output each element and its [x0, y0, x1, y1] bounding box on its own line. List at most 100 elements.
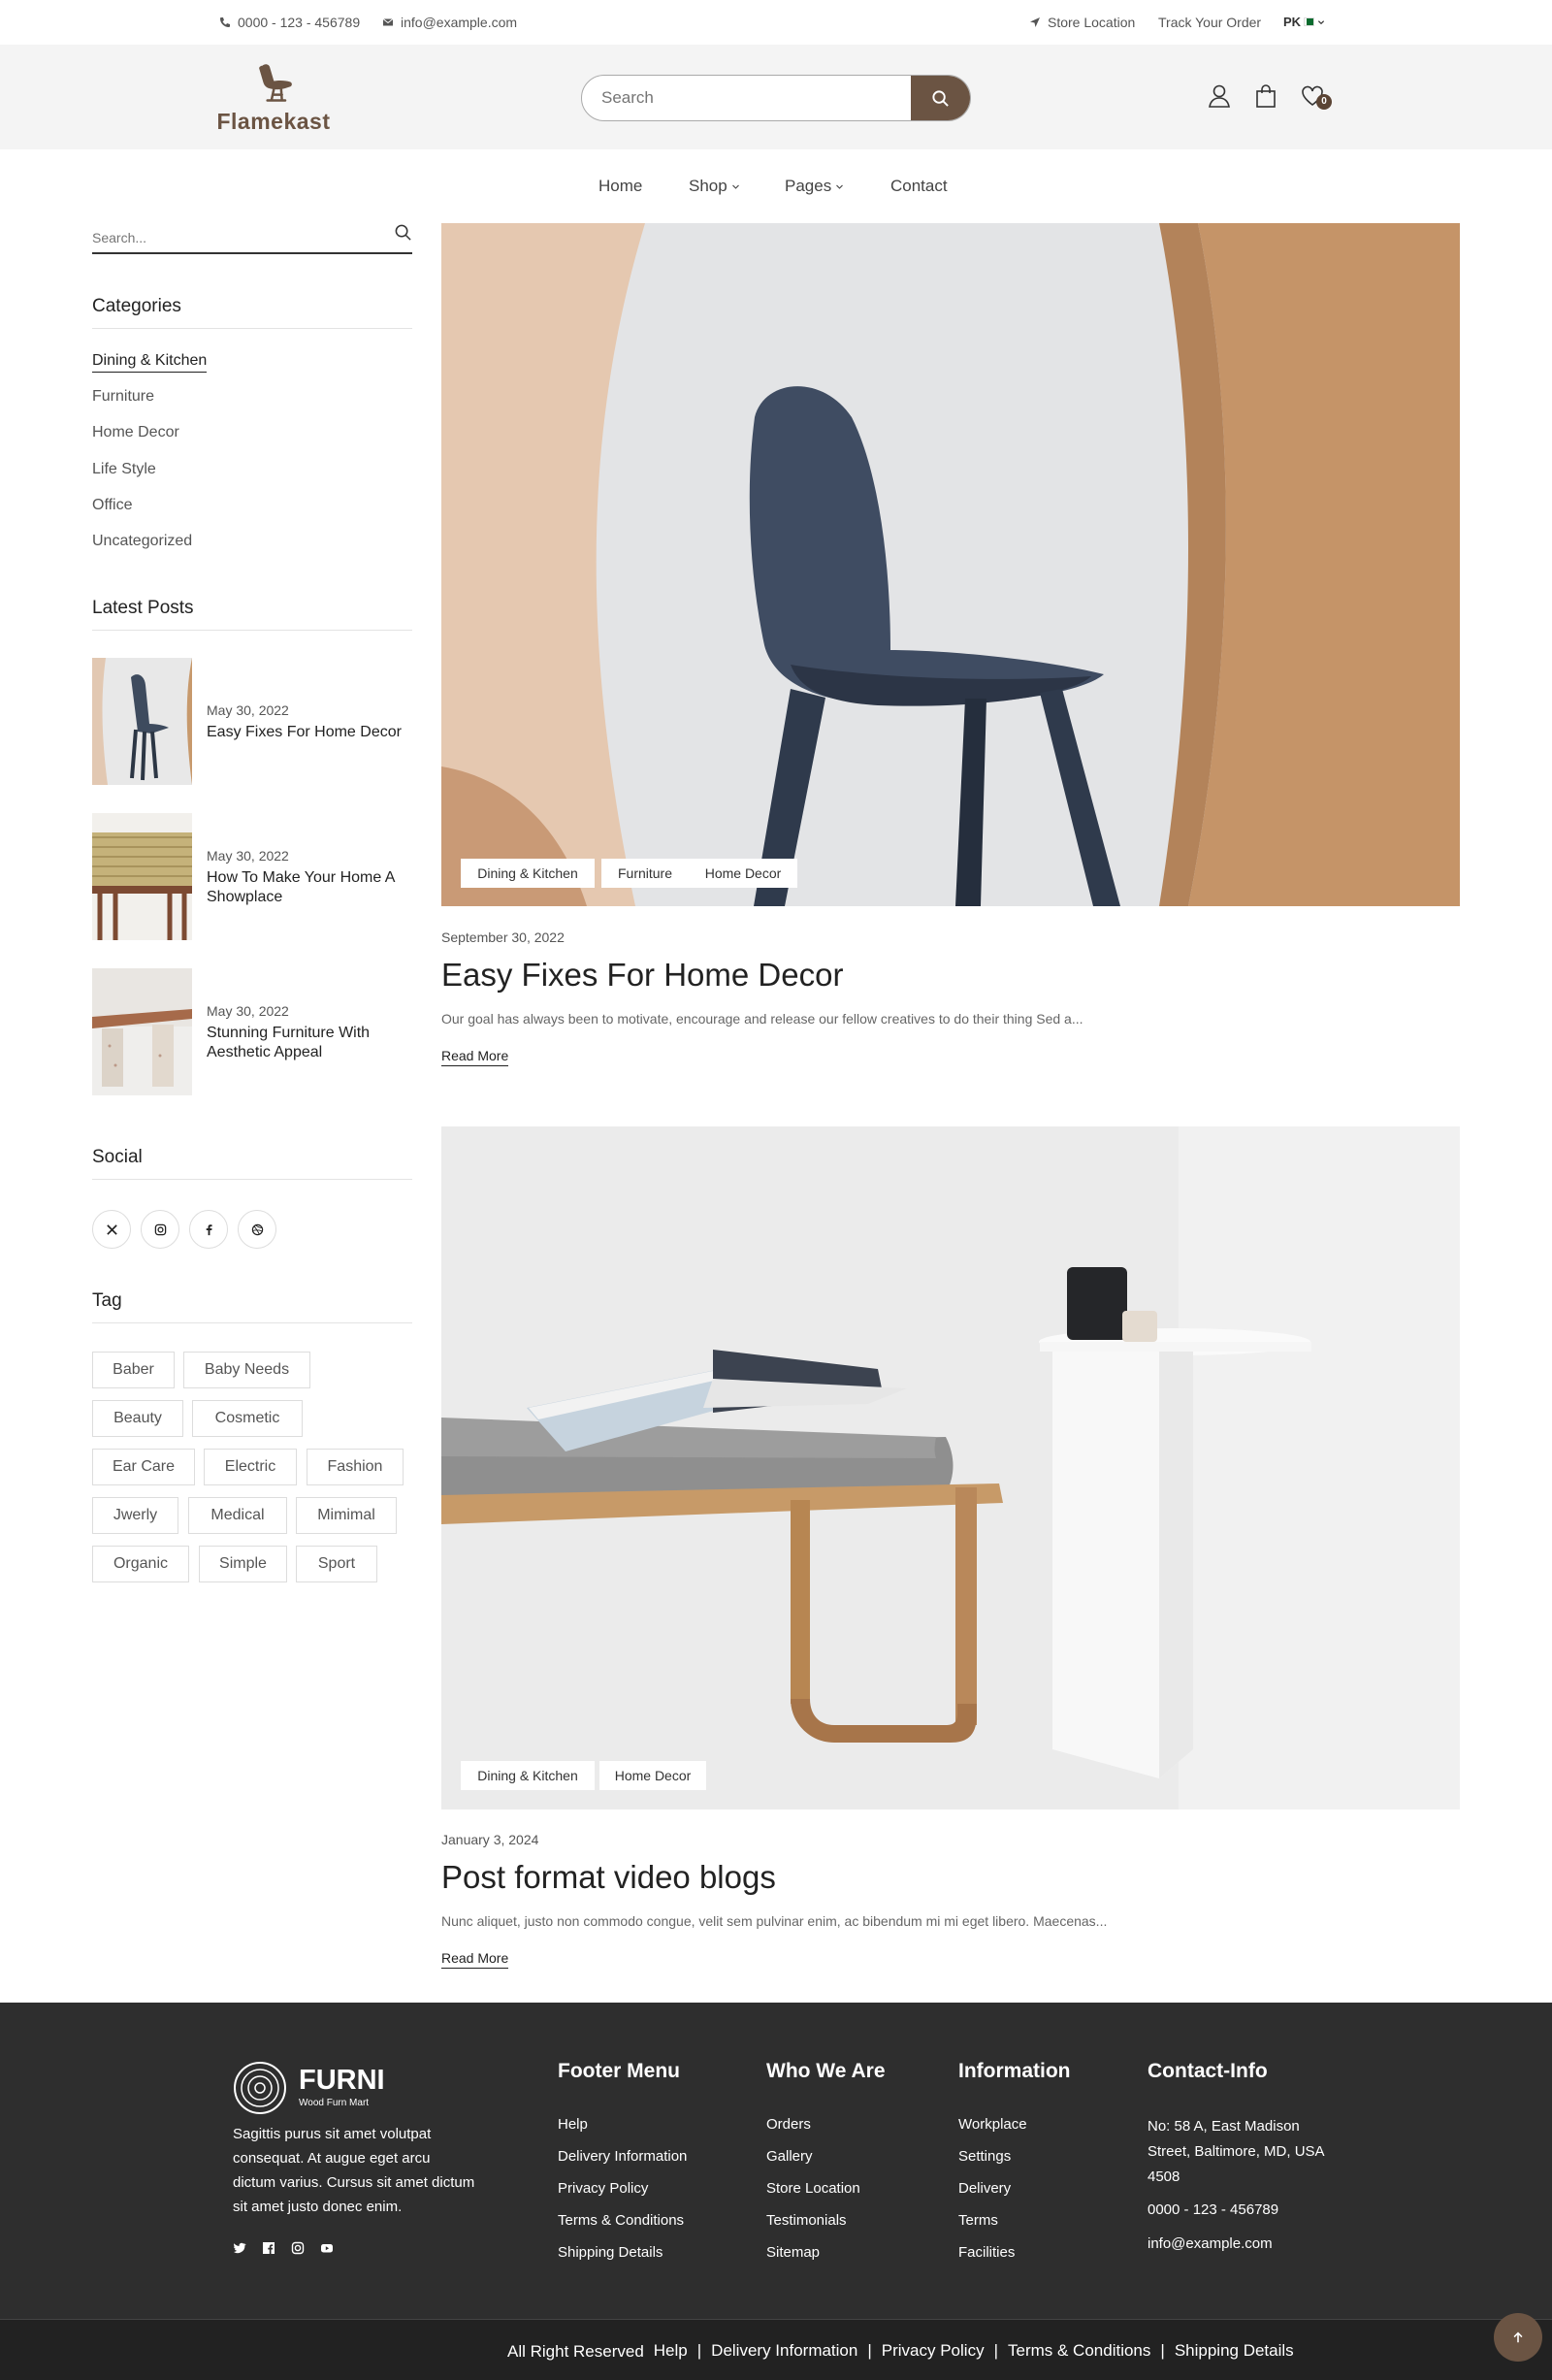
footer-link[interactable]: Terms & Conditions	[558, 2212, 684, 2229]
social-facebook-link[interactable]	[189, 1210, 228, 1249]
tag-link[interactable]: Mimimal	[296, 1497, 397, 1534]
bottom-link[interactable]: Help	[654, 2341, 688, 2361]
footer-link[interactable]: Orders	[766, 2116, 811, 2133]
tag-link[interactable]: Electric	[204, 1449, 297, 1485]
instagram-icon[interactable]	[291, 2241, 305, 2255]
tag-link[interactable]: Simple	[199, 1546, 287, 1582]
header-search-button[interactable]	[911, 76, 970, 120]
wishlist-count-badge: 0	[1316, 94, 1332, 110]
nav-home[interactable]: Home	[598, 177, 642, 196]
read-more-link[interactable]: Read More	[441, 1048, 509, 1066]
sidebar-search-input[interactable]	[92, 217, 373, 252]
tag-link[interactable]: Fashion	[307, 1449, 404, 1485]
twitter-icon[interactable]	[233, 2241, 246, 2255]
footer-email[interactable]: info@example.com	[1148, 2235, 1273, 2252]
bottom-link[interactable]: Shipping Details	[1175, 2341, 1294, 2361]
tag-link[interactable]: Beauty	[92, 1400, 183, 1437]
bottom-link[interactable]: Terms & Conditions	[1008, 2341, 1150, 2361]
footer-link[interactable]: Delivery Information	[558, 2148, 687, 2165]
post-title[interactable]: Post format video blogs	[441, 1859, 776, 1896]
latest-post-title[interactable]: Stunning Furniture With Aesthetic Appeal	[207, 1024, 415, 1062]
footer-link[interactable]: Privacy Policy	[558, 2180, 648, 2197]
chair-logo-icon	[259, 64, 292, 102]
tag-link[interactable]: Baber	[92, 1352, 175, 1388]
social-dribbble-link[interactable]	[238, 1210, 276, 1249]
post-featured-image[interactable]	[441, 1126, 1460, 1809]
latest-post-title[interactable]: How To Make Your Home A Showplace	[207, 868, 415, 907]
bench-photo	[92, 813, 192, 940]
footer-link[interactable]: Shipping Details	[558, 2244, 663, 2261]
latest-post-thumbnail[interactable]	[92, 968, 192, 1095]
social-instagram-link[interactable]	[141, 1210, 179, 1249]
latest-post-date: May 30, 2022	[207, 848, 289, 864]
category-link[interactable]: Office	[92, 497, 133, 514]
separator: |	[993, 2340, 998, 2360]
category-link[interactable]: Life Style	[92, 461, 156, 478]
latest-post-date: May 30, 2022	[207, 1003, 289, 1019]
footer-link[interactable]: Gallery	[766, 2148, 813, 2165]
user-icon[interactable]	[1207, 83, 1232, 109]
post-featured-image[interactable]	[441, 223, 1460, 906]
facebook-square-icon[interactable]	[262, 2241, 275, 2255]
latest-post-thumbnail[interactable]	[92, 658, 192, 785]
tag-link[interactable]: Cosmetic	[192, 1400, 303, 1437]
scroll-to-top-button[interactable]	[1494, 2313, 1542, 2362]
search-icon[interactable]	[394, 223, 412, 242]
footer-link[interactable]: Sitemap	[766, 2244, 820, 2261]
tag-link[interactable]: Sport	[296, 1546, 377, 1582]
top-phone[interactable]: 0000 - 123 - 456789	[219, 15, 360, 30]
footer-link[interactable]: Delivery	[958, 2180, 1011, 2197]
category-link[interactable]: Dining & Kitchen	[92, 352, 208, 373]
footer-link[interactable]: Settings	[958, 2148, 1011, 2165]
top-email[interactable]: info@example.com	[382, 15, 517, 30]
top-email-text: info@example.com	[401, 15, 518, 30]
track-order-link[interactable]: Track Your Order	[1158, 15, 1261, 30]
category-link[interactable]: Home Decor	[92, 424, 179, 441]
footer-link[interactable]: Store Location	[766, 2180, 860, 2197]
footer-logo[interactable]: FURNI Wood Furn Mart	[233, 2061, 407, 2114]
nav-contact[interactable]: Contact	[890, 177, 948, 196]
header-search-input[interactable]	[582, 76, 902, 120]
tag-link[interactable]: Organic	[92, 1546, 189, 1582]
footer-link[interactable]: Workplace	[958, 2116, 1027, 2133]
footer-link[interactable]: Help	[558, 2116, 588, 2133]
tag-link[interactable]: Baby Needs	[183, 1352, 310, 1388]
tag-link[interactable]: Medical	[188, 1497, 287, 1534]
post-category-chip[interactable]: Home Decor	[689, 859, 797, 888]
post-date: January 3, 2024	[441, 1832, 539, 1847]
nav-pages-label: Pages	[785, 177, 832, 195]
tag-link[interactable]: Ear Care	[92, 1449, 195, 1485]
currency-selector[interactable]: PK	[1283, 15, 1325, 29]
post-category-chip[interactable]: Furniture	[601, 859, 689, 888]
footer-link[interactable]: Facilities	[958, 2244, 1015, 2261]
social-x-link[interactable]	[92, 1210, 131, 1249]
latest-post-thumbnail[interactable]	[92, 813, 192, 940]
bench-table-photo	[441, 1126, 1460, 1809]
post-title[interactable]: Easy Fixes For Home Decor	[441, 957, 843, 994]
category-link[interactable]: Furniture	[92, 388, 154, 406]
latest-post-title[interactable]: Easy Fixes For Home Decor	[207, 723, 415, 742]
category-link[interactable]: Uncategorized	[92, 533, 192, 550]
footer-link[interactable]: Testimonials	[766, 2212, 847, 2229]
bottom-link[interactable]: Delivery Information	[711, 2341, 857, 2361]
post-excerpt: Our goal has always been to motivate, en…	[441, 1011, 1083, 1027]
nav-shop[interactable]: Shop	[689, 177, 740, 196]
post-category-chip[interactable]: Dining & Kitchen	[461, 1761, 595, 1790]
wood-ring-logo-icon	[234, 2062, 286, 2114]
bottom-link[interactable]: Privacy Policy	[882, 2341, 985, 2361]
nav-home-label: Home	[598, 177, 643, 195]
tag-link[interactable]: Jwerly	[92, 1497, 178, 1534]
store-location-link[interactable]: Store Location	[1029, 15, 1135, 30]
footer-menu-title: Footer Menu	[558, 2060, 680, 2082]
site-logo[interactable]: Flamekast	[215, 58, 332, 136]
phone-icon	[220, 17, 230, 27]
footer-phone[interactable]: 0000 - 123 - 456789	[1148, 2201, 1278, 2218]
nav-contact-label: Contact	[890, 177, 948, 195]
shopping-bag-icon[interactable]	[1253, 83, 1278, 109]
read-more-link[interactable]: Read More	[441, 1950, 509, 1969]
post-category-chip[interactable]: Dining & Kitchen	[461, 859, 595, 888]
footer-link[interactable]: Terms	[958, 2212, 998, 2229]
post-category-chip[interactable]: Home Decor	[599, 1761, 706, 1790]
nav-pages[interactable]: Pages	[785, 177, 844, 196]
youtube-icon[interactable]	[320, 2241, 334, 2255]
